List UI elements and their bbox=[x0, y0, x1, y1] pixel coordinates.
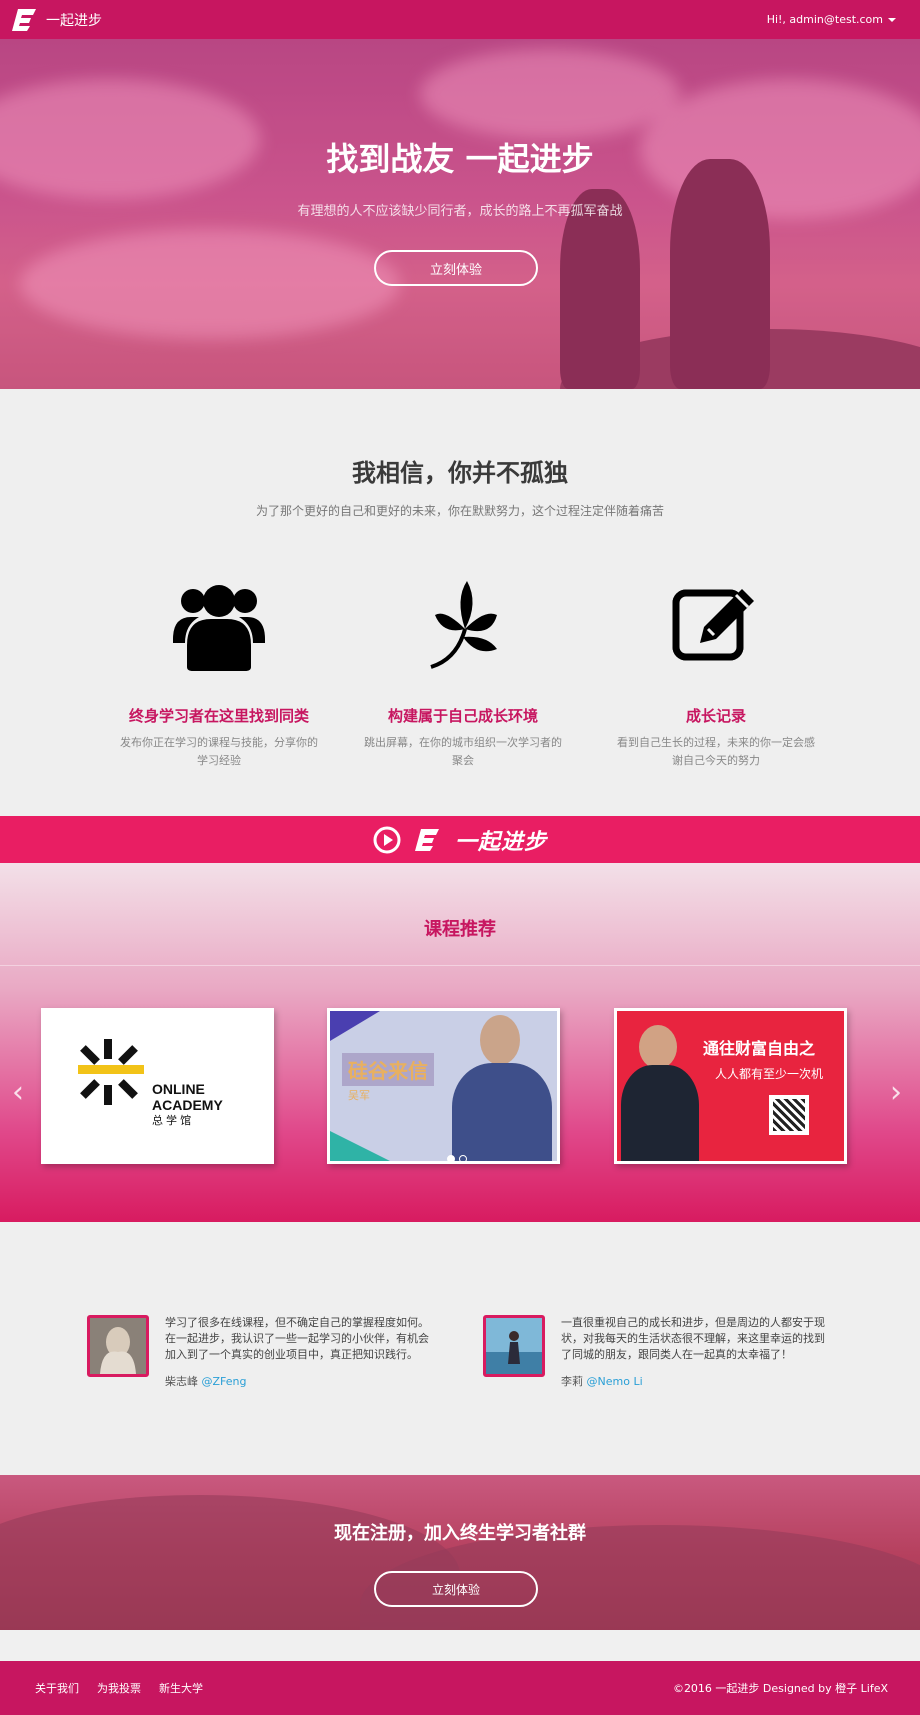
courses-section: 课程推荐 ‹ › ONLINE ACADEMY 总 学 馆 硅谷来信 吴军 通往… bbox=[0, 863, 920, 1222]
author-handle-link[interactable]: @Nemo Li bbox=[587, 1375, 643, 1388]
feature-desc: 看到自己生长的过程，未来的你一定会感谢自己今天的努力 bbox=[617, 736, 815, 767]
qr-code bbox=[769, 1095, 809, 1135]
believe-section: 我相信，你并不孤独 为了那个更好的自己和更好的未来，你在默默努力，这个过程注定伴… bbox=[0, 389, 920, 816]
caret-down-icon bbox=[888, 17, 896, 22]
portrait-head bbox=[480, 1015, 520, 1065]
believe-title: 我相信，你并不孤独 bbox=[352, 459, 568, 487]
carousel-dot[interactable] bbox=[447, 1155, 455, 1163]
users-icon bbox=[173, 585, 265, 671]
course-title: 硅谷来信 bbox=[342, 1053, 434, 1086]
testimonial-text: 学习了很多在线课程，但不确定自己的掌握程度如何。在一起进步，我认识了一些一起学习… bbox=[165, 1316, 429, 1361]
academy-wordmark: ONLINE ACADEMY 总 学 馆 bbox=[152, 1081, 223, 1129]
author-name: 柴志峰 bbox=[165, 1375, 198, 1388]
academy-line1: ONLINE bbox=[152, 1081, 205, 1097]
portrait-body bbox=[452, 1063, 552, 1161]
carousel-prev-arrow[interactable]: ‹ bbox=[12, 1075, 24, 1110]
portrait-head bbox=[639, 1025, 677, 1069]
feature-desc: 发布你正在学习的课程与技能，分享你的学习经验 bbox=[120, 736, 318, 767]
hero-subtitle: 有理想的人不应该缺少同行者，成长的路上不再孤军奋战 bbox=[297, 204, 623, 219]
user-label: Hi!, admin@test.com bbox=[766, 13, 883, 26]
academy-line2: ACADEMY bbox=[152, 1097, 223, 1113]
feature-title: 成长记录 bbox=[685, 707, 746, 725]
footer-link-about[interactable]: 关于我们 bbox=[35, 1680, 79, 1696]
brand-name: 一起进步 bbox=[46, 12, 102, 29]
leaf-icon bbox=[430, 581, 497, 669]
brand-logo bbox=[414, 828, 439, 851]
avatar-image bbox=[90, 1318, 146, 1374]
corner-shape bbox=[330, 1011, 380, 1041]
edit-icon bbox=[672, 589, 754, 661]
navbar: 一起进步 Hi!, admin@test.com bbox=[0, 0, 920, 39]
user-menu[interactable]: Hi!, admin@test.com bbox=[767, 13, 896, 26]
course-card[interactable]: 通往财富自由之 人人都有至少一次机 bbox=[614, 1008, 847, 1164]
feature-title: 终身学习者在这里找到同类 bbox=[128, 707, 309, 725]
academy-line3: 总 学 馆 bbox=[152, 1115, 192, 1127]
cta-try-button[interactable]: 立刻体验 bbox=[374, 1571, 538, 1607]
testimonial-item: 一直很重视自己的成长和进步，但是周边的人都安于现状，对我每天的生活状态很不理解，… bbox=[483, 1315, 833, 1389]
brand-logo bbox=[12, 8, 36, 31]
testimonial-author: 李莉 @Nemo Li bbox=[561, 1373, 833, 1389]
carousel-next-arrow[interactable]: › bbox=[890, 1075, 902, 1110]
feature-item: 成长记录 看到自己生长的过程，未来的你一定会感谢自己今天的努力 bbox=[606, 579, 826, 770]
avatar bbox=[87, 1315, 149, 1377]
avatar bbox=[483, 1315, 545, 1377]
course-card[interactable]: ONLINE ACADEMY 总 学 馆 bbox=[41, 1008, 274, 1164]
testimonials-section: 学习了很多在线课程，但不确定自己的掌握程度如何。在一起进步，我认识了一些一起学习… bbox=[0, 1222, 920, 1475]
academy-logo bbox=[78, 1039, 144, 1105]
footer-links: 关于我们 为我投票 新生大学 bbox=[35, 1680, 203, 1696]
author-name: 李莉 bbox=[561, 1375, 583, 1388]
video-banner[interactable]: 一起进步 bbox=[0, 816, 920, 863]
author-handle-link[interactable]: @ZFeng bbox=[202, 1375, 247, 1388]
feature-item: 构建属于自己成长环境 跳出屏幕，在你的城市组织一次学习者的聚会 bbox=[353, 579, 573, 770]
footer-link-vote[interactable]: 为我投票 bbox=[97, 1680, 141, 1696]
banner-text: 一起进步 bbox=[454, 829, 547, 855]
carousel-dot[interactable] bbox=[459, 1155, 467, 1163]
course-author: 吴军 bbox=[348, 1089, 370, 1102]
avatar-image bbox=[486, 1318, 542, 1374]
hero-title: 找到战友 一起进步 bbox=[326, 140, 594, 178]
corner-shape bbox=[330, 1131, 390, 1161]
hero-section: 找到战友 一起进步 有理想的人不应该缺少同行者，成长的路上不再孤军奋战 立刻体验 bbox=[0, 39, 920, 389]
footer: 关于我们 为我投票 新生大学 ©2016 一起进步 Designed by 橙子… bbox=[0, 1661, 920, 1715]
feature-item: 终身学习者在这里找到同类 发布你正在学习的课程与技能，分享你的学习经验 bbox=[109, 579, 329, 770]
testimonial-author: 柴志峰 @ZFeng bbox=[165, 1373, 437, 1389]
cta-title: 现在注册，加入终生学习者社群 bbox=[334, 1523, 586, 1544]
courses-title: 课程推荐 bbox=[424, 919, 496, 940]
hero-try-button[interactable]: 立刻体验 bbox=[374, 250, 538, 286]
brand[interactable]: 一起进步 bbox=[12, 7, 102, 33]
testimonial-text: 一直很重视自己的成长和进步，但是周边的人都安于现状，对我每天的生活状态很不理解，… bbox=[561, 1316, 825, 1361]
play-icon[interactable] bbox=[373, 826, 401, 854]
footer-link-university[interactable]: 新生大学 bbox=[159, 1680, 203, 1696]
copyright: ©2016 一起进步 Designed by 橙子 LifeX bbox=[672, 1682, 888, 1695]
feature-desc: 跳出屏幕，在你的城市组织一次学习者的聚会 bbox=[364, 736, 562, 767]
carousel-dots bbox=[447, 1155, 467, 1163]
course-title: 通往财富自由之 bbox=[703, 1039, 816, 1058]
believe-lead: 为了那个更好的自己和更好的未来，你在默默努力，这个过程注定伴随着痛苦 bbox=[255, 504, 664, 518]
course-subtitle: 人人都有至少一次机 bbox=[715, 1067, 824, 1081]
feature-title: 构建属于自己成长环境 bbox=[387, 707, 538, 725]
testimonial-item: 学习了很多在线课程，但不确定自己的掌握程度如何。在一起进步，我认识了一些一起学习… bbox=[87, 1315, 437, 1389]
signup-cta-section: 现在注册，加入终生学习者社群 立刻体验 bbox=[0, 1475, 920, 1630]
course-card[interactable]: 硅谷来信 吴军 bbox=[327, 1008, 560, 1164]
portrait-body bbox=[621, 1065, 699, 1161]
divider bbox=[0, 965, 920, 966]
